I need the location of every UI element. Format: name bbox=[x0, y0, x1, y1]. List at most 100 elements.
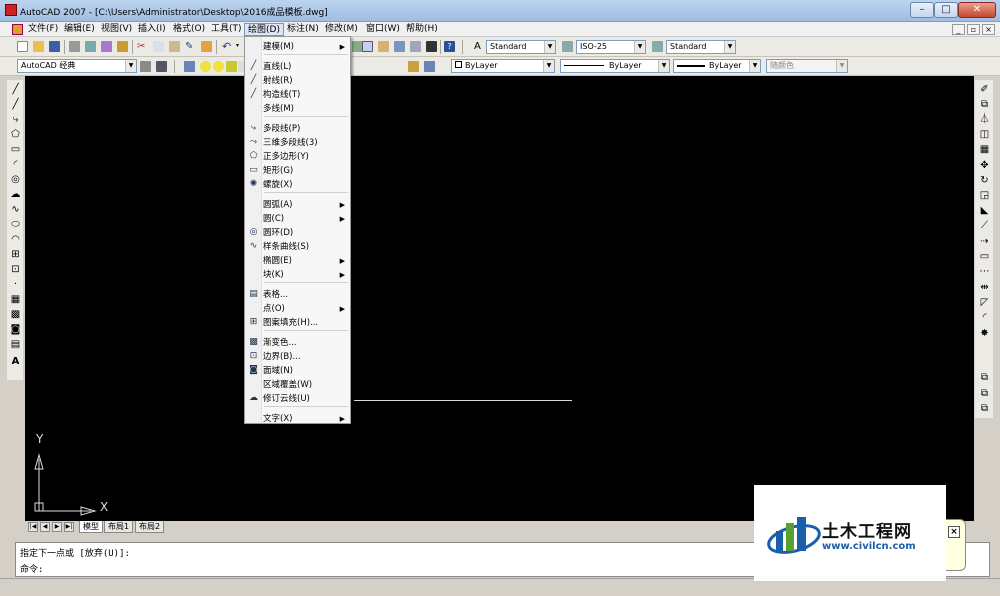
table-icon[interactable]: ▤ bbox=[10, 339, 21, 350]
draw-menu-item[interactable]: ╱ 射线(R) bbox=[245, 74, 350, 87]
xline-icon[interactable]: ╱ bbox=[10, 99, 21, 110]
draw-menu-item[interactable]: ∿ 样条曲线(S) bbox=[245, 240, 350, 253]
draw-menu-item[interactable]: ☁ 修订云线(U) bbox=[245, 392, 350, 405]
prev-tab-icon[interactable]: ◀ bbox=[40, 522, 50, 532]
menu-window[interactable]: 窗口(W) bbox=[363, 23, 403, 36]
close-button[interactable]: ✕ bbox=[958, 2, 996, 18]
draw-menu-item[interactable]: 圆(C) ▶ bbox=[245, 212, 350, 225]
text-style-select[interactable]: Standard ▼ bbox=[486, 40, 556, 54]
mirror-icon[interactable]: ⏃ bbox=[979, 114, 990, 125]
layer-manager-icon[interactable] bbox=[184, 61, 195, 72]
next-tab-icon[interactable]: ▶ bbox=[52, 522, 62, 532]
extend-icon[interactable]: ⇢ bbox=[979, 236, 990, 247]
paste-icon[interactable] bbox=[169, 41, 180, 52]
layer-previous-icon[interactable] bbox=[424, 61, 435, 72]
toolpalette-icon[interactable] bbox=[378, 41, 389, 52]
drawn-line[interactable] bbox=[354, 400, 572, 401]
menu-draw[interactable]: 绘图(D) bbox=[244, 23, 284, 36]
offset-icon[interactable]: ◫ bbox=[979, 129, 990, 140]
help-icon[interactable]: ? bbox=[444, 41, 455, 52]
text-style-icon[interactable]: A bbox=[474, 41, 485, 52]
join-icon[interactable]: ⇹ bbox=[979, 282, 990, 293]
move-icon[interactable]: ✥ bbox=[979, 160, 990, 171]
chevron-down-icon[interactable]: ▼ bbox=[544, 41, 555, 53]
menu-file[interactable]: 文件(F) bbox=[25, 23, 61, 36]
spline-icon[interactable]: ∿ bbox=[10, 204, 21, 215]
polyline-icon[interactable]: ⤷ bbox=[10, 114, 21, 125]
last-tab-icon[interactable]: ▶| bbox=[64, 522, 74, 532]
calculator-icon[interactable] bbox=[426, 41, 437, 52]
chevron-down-icon[interactable]: ▼ bbox=[543, 60, 554, 72]
menu-view[interactable]: 视图(V) bbox=[98, 23, 135, 36]
properties-icon[interactable] bbox=[362, 41, 373, 52]
menu-help[interactable]: 帮助(H) bbox=[403, 23, 441, 36]
draw-menu-item[interactable]: 文字(X) ▶ bbox=[245, 412, 350, 425]
new-icon[interactable] bbox=[17, 41, 28, 52]
draw-menu-item[interactable]: ◎ 圆环(D) bbox=[245, 226, 350, 239]
make-layer-current-icon[interactable] bbox=[408, 61, 419, 72]
region-icon[interactable]: ◙ bbox=[10, 324, 21, 335]
explode-icon[interactable]: ✸ bbox=[979, 328, 990, 339]
point-icon[interactable]: · bbox=[10, 279, 21, 290]
hatch-icon[interactable]: ▦ bbox=[10, 294, 21, 305]
block-editor-icon[interactable] bbox=[201, 41, 212, 52]
draw-menu-item[interactable]: 点(O) ▶ bbox=[245, 302, 350, 315]
draw-menu-item[interactable]: ⤳ 三维多段线(3) bbox=[245, 136, 350, 149]
layer-lock-icon[interactable] bbox=[226, 61, 237, 72]
draw-menu-item[interactable]: ▩ 渐变色... bbox=[245, 336, 350, 349]
ellipse-icon[interactable]: ⬭ bbox=[10, 219, 21, 230]
insert-block-icon[interactable]: ⊞ bbox=[10, 249, 21, 260]
menu-edit[interactable]: 编辑(E) bbox=[61, 23, 98, 36]
tab-layout2[interactable]: 布局2 bbox=[135, 521, 165, 533]
chevron-down-icon[interactable]: ▼ bbox=[658, 60, 669, 72]
rotate-icon[interactable]: ↻ bbox=[979, 175, 990, 186]
trim-icon[interactable]: ⟋ bbox=[979, 220, 990, 231]
autocad-app-icon[interactable] bbox=[5, 4, 17, 16]
draw-menu-item[interactable]: ⊡ 边界(B)... bbox=[245, 350, 350, 363]
balloon-close-icon[interactable]: × bbox=[948, 526, 960, 538]
workspace-settings-icon[interactable] bbox=[140, 61, 151, 72]
mtext-icon[interactable]: A bbox=[10, 356, 21, 367]
cut-icon[interactable]: ✂ bbox=[137, 41, 148, 52]
open-icon[interactable] bbox=[33, 41, 44, 52]
matchprop-icon[interactable]: ✎ bbox=[185, 41, 196, 52]
menu-tools[interactable]: 工具(T) bbox=[208, 23, 245, 36]
lineweight-select[interactable]: ByLayer ▼ bbox=[673, 59, 761, 73]
undo-icon[interactable]: ↶ bbox=[222, 41, 233, 52]
gradient-icon[interactable]: ▩ bbox=[10, 309, 21, 320]
erase-icon[interactable]: ✐ bbox=[979, 84, 990, 95]
ellipse-arc-icon[interactable]: ◠ bbox=[10, 234, 21, 245]
revcloud-icon[interactable]: ☁ bbox=[10, 189, 21, 200]
draw-menu-item[interactable]: ▤ 表格... bbox=[245, 288, 350, 301]
mdi-restore-button[interactable]: ▫ bbox=[967, 24, 980, 35]
copy-object-icon[interactable]: ⧉ bbox=[979, 99, 990, 110]
chevron-down-icon[interactable]: ▼ bbox=[125, 60, 136, 72]
copy-icon[interactable] bbox=[153, 41, 164, 52]
break-icon[interactable]: ⋯ bbox=[979, 266, 990, 277]
draw-menu-item[interactable]: ✺ 螺旋(X) bbox=[245, 178, 350, 191]
workspace-save-icon[interactable] bbox=[156, 61, 167, 72]
draw-menu-item[interactable]: ▭ 矩形(G) bbox=[245, 164, 350, 177]
mdi-minimize-button[interactable]: _ bbox=[952, 24, 965, 35]
chevron-down-icon[interactable]: ▼ bbox=[634, 41, 645, 53]
draw-menu-item[interactable]: ⬠ 正多边形(Y) bbox=[245, 150, 350, 163]
preview-icon[interactable] bbox=[85, 41, 96, 52]
draw-menu-item[interactable]: 区域覆盖(W) bbox=[245, 378, 350, 391]
draw-menu-item[interactable]: 圆弧(A) ▶ bbox=[245, 198, 350, 211]
menu-insert[interactable]: 插入(I) bbox=[135, 23, 169, 36]
draw-menu-item[interactable]: 多线(M) bbox=[245, 102, 350, 115]
menu-dimension[interactable]: 标注(N) bbox=[284, 23, 322, 36]
draw-menu-item[interactable]: ⤷ 多段线(P) bbox=[245, 122, 350, 135]
chevron-down-icon[interactable]: ▼ bbox=[749, 60, 760, 72]
send-back-icon[interactable]: ⧉ bbox=[979, 403, 990, 414]
menu-modify[interactable]: 修改(M) bbox=[322, 23, 361, 36]
arc-icon[interactable]: ◜ bbox=[10, 159, 21, 170]
scale-icon[interactable]: ◲ bbox=[979, 190, 990, 201]
make-block-icon[interactable]: ⊡ bbox=[10, 264, 21, 275]
plot-icon[interactable] bbox=[69, 41, 80, 52]
polygon-icon[interactable]: ⬠ bbox=[10, 129, 21, 140]
rectangle-icon[interactable]: ▭ bbox=[10, 144, 21, 155]
dim-style-icon[interactable] bbox=[562, 41, 573, 52]
document-icon[interactable] bbox=[12, 24, 23, 35]
maximize-button[interactable]: □ bbox=[934, 2, 958, 18]
